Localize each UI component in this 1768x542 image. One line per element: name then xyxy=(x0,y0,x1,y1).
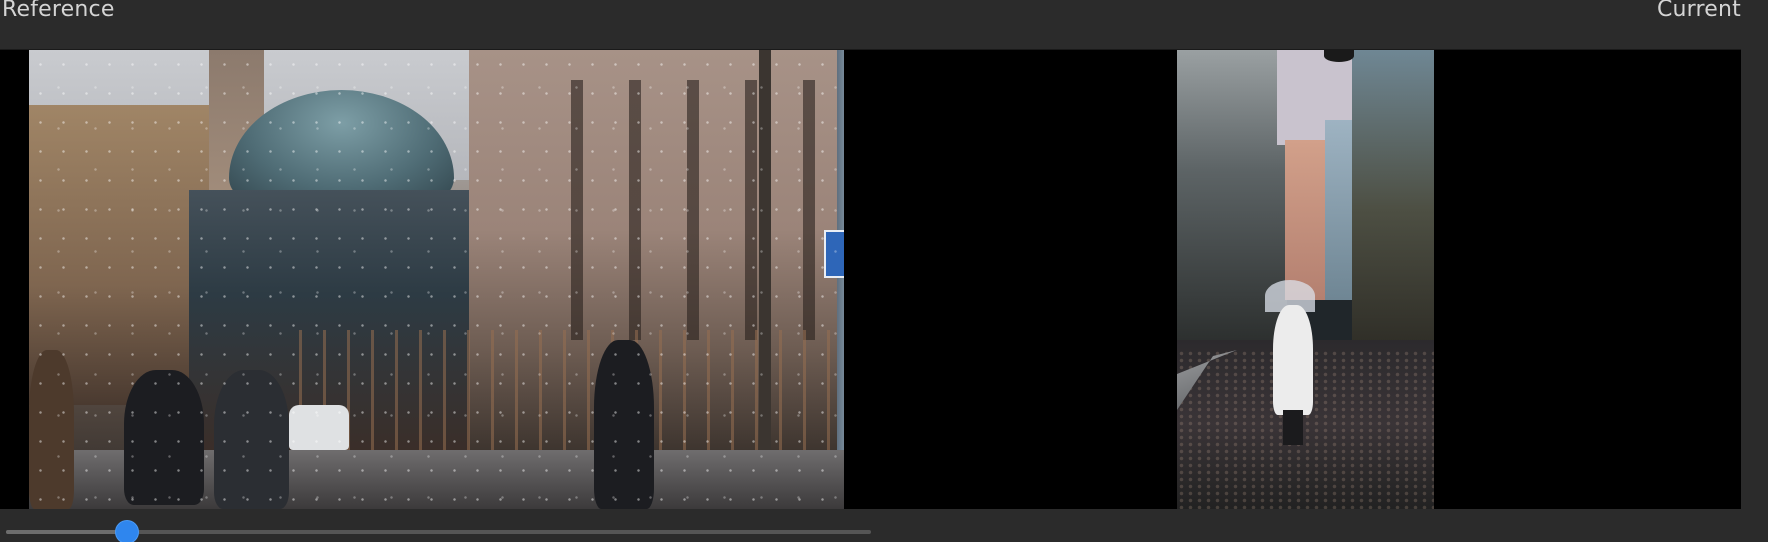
comparison-slider[interactable] xyxy=(6,520,871,542)
image-viewer xyxy=(0,49,1741,509)
legs xyxy=(1283,410,1303,445)
building-right xyxy=(1352,50,1434,370)
pedestrian-with-umbrella xyxy=(1265,280,1317,445)
reference-label: Reference xyxy=(2,0,115,22)
slider-fill xyxy=(6,530,128,534)
building-center xyxy=(1285,140,1325,300)
street-lamp xyxy=(1324,50,1354,62)
current-photo xyxy=(1177,50,1434,509)
reference-photo xyxy=(29,50,844,509)
current-label: Current xyxy=(1656,0,1741,22)
comparison-app: Reference Current xyxy=(0,0,1768,542)
slider-thumb[interactable] xyxy=(115,520,140,542)
white-coat xyxy=(1273,305,1313,415)
snow-overlay xyxy=(29,50,844,509)
